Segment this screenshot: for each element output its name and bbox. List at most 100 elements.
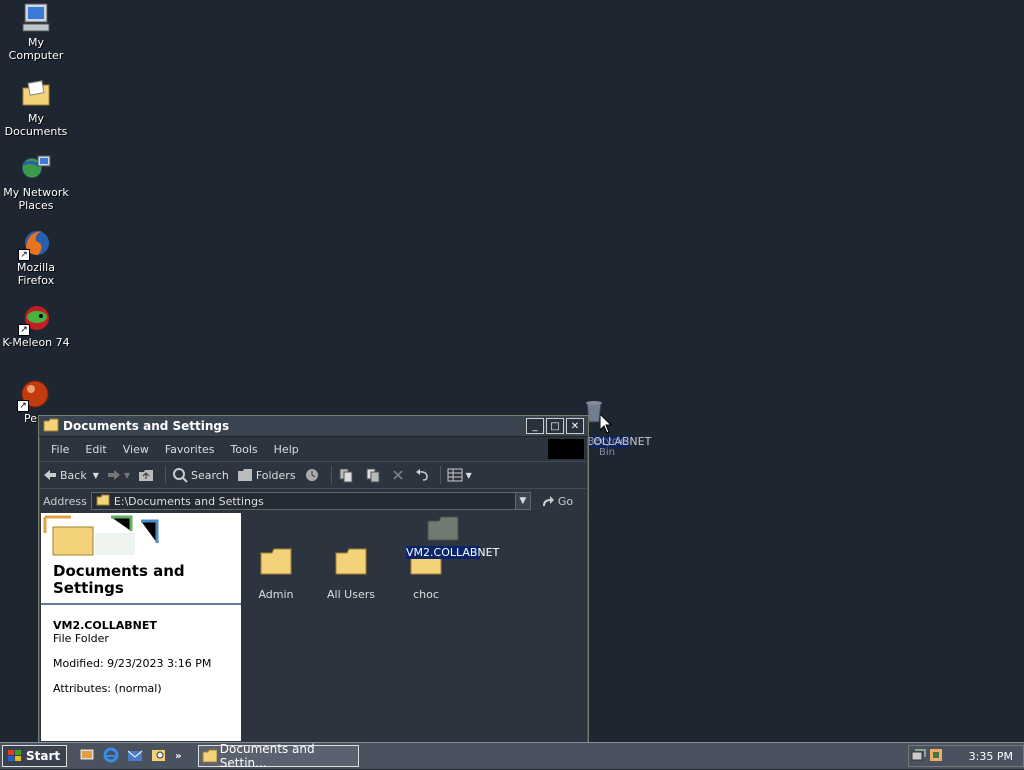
undo-icon — [415, 469, 428, 481]
window-title: Documents and Settings — [63, 419, 230, 433]
folder-icon — [260, 548, 292, 575]
up-folder-icon — [139, 470, 154, 481]
history-icon — [305, 469, 318, 481]
menu-help[interactable]: Help — [266, 443, 307, 456]
attributes: Attributes: (normal) — [53, 682, 162, 695]
show-desktop-icon[interactable] — [79, 747, 95, 766]
folder-icon — [43, 418, 59, 435]
toolbar-separator — [439, 466, 441, 484]
firefox-icon: ↗ — [18, 227, 52, 261]
file-label: VM2.COLLABNET — [406, 546, 500, 559]
documents-folder-icon — [20, 78, 52, 110]
views-grid-icon — [447, 468, 463, 482]
address-dropdown-button[interactable]: ▼ — [514, 493, 530, 509]
file-item-vm2-collabnet[interactable]: VM2.COLLABNET — [406, 515, 500, 559]
search-icon — [173, 468, 188, 483]
vm-tools-tray-icon[interactable] — [929, 748, 943, 765]
quick-launch: » — [75, 747, 185, 766]
move-to-button[interactable] — [338, 467, 357, 483]
internet-explorer-icon[interactable] — [103, 747, 119, 766]
search-button[interactable]: Search — [172, 467, 229, 483]
desktop-icon-k-meleon[interactable]: ↗ K-Meleon 74 — [0, 302, 72, 349]
mouse-cursor-icon — [599, 412, 613, 437]
address-value: E:\Documents and Settings — [113, 494, 264, 508]
network-tray-icon[interactable] — [911, 748, 927, 765]
folders-icon — [237, 469, 252, 481]
folder-icon — [202, 749, 217, 763]
explorer-search-icon[interactable] — [151, 747, 167, 766]
file-label: All Users — [327, 588, 375, 601]
menu-edit[interactable]: Edit — [77, 443, 114, 456]
folder-icon — [427, 516, 459, 541]
menu-favorites[interactable]: Favorites — [157, 443, 223, 456]
menu-bar: File Edit View Favorites Tools Help — [39, 437, 588, 462]
menu-view[interactable]: View — [115, 443, 157, 456]
chevron-down-icon: ▼ — [92, 470, 99, 480]
back-arrow-icon — [44, 470, 56, 480]
delete-button[interactable] — [392, 469, 407, 481]
windows-throbber — [548, 439, 584, 459]
chevron-more-icon[interactable]: » — [175, 751, 181, 762]
go-button[interactable]: Go — [541, 495, 573, 508]
desktop-icon-label: K-Meleon 74 — [2, 336, 70, 349]
maximize-button[interactable]: □ — [546, 418, 564, 434]
start-label: Start — [26, 749, 61, 763]
window-titlebar[interactable]: Documents and Settings _ □ ✕ — [39, 416, 588, 437]
folders-button[interactable]: Folders — [237, 468, 296, 482]
shortcut-arrow-icon: ↗ — [18, 324, 30, 336]
underlay-label: Recycle Bin — [587, 436, 627, 458]
pane-title: Documents and Settings — [53, 562, 185, 597]
desktop-icon-label: My Documents — [4, 112, 68, 138]
menu-file[interactable]: File — [43, 443, 77, 456]
menu-tools[interactable]: Tools — [223, 443, 266, 456]
copy-to-icon — [366, 468, 380, 483]
explorer-window: Documents and Settings _ □ ✕ File Edit V… — [38, 415, 589, 744]
desktop-icon-label: My Computer — [8, 36, 64, 62]
taskbar-window-button[interactable]: Documents and Settin... — [197, 742, 359, 770]
system-tray: 3:35 PM — [908, 745, 1024, 767]
outlook-express-icon[interactable] — [127, 747, 143, 766]
red-orb-icon: ↗ — [17, 378, 51, 412]
taskbar: Start » Documents and Settin... 3:35 PM — [0, 742, 1024, 770]
go-label: Go — [557, 494, 574, 508]
back-button[interactable]: Back ▼ — [43, 469, 99, 482]
file-list: Admin All Users choc VM2.COLLABNET — [241, 513, 586, 741]
folder-icon — [335, 548, 367, 575]
copy-to-button[interactable] — [365, 467, 384, 483]
close-button[interactable]: ✕ — [566, 418, 584, 434]
file-item-admin[interactable]: Admin — [241, 547, 311, 601]
up-folder-button[interactable] — [138, 468, 157, 482]
search-label: Search — [191, 468, 229, 482]
address-input[interactable]: E:\Documents and Settings ▼ — [90, 492, 531, 510]
back-label: Back — [60, 468, 87, 482]
selected-type: File Folder — [53, 632, 109, 645]
modified-date: Modified: 9/23/2023 3:16 PM — [53, 657, 212, 670]
desktop-icon-my-documents[interactable]: My Documents — [0, 78, 72, 138]
toolbar-separator — [165, 466, 167, 484]
file-label: Admin — [258, 588, 294, 601]
pane-details: VM2.COLLABNET File Folder Modified: 9/23… — [41, 605, 241, 709]
desktop-icon-firefox[interactable]: ↗ Mozilla Firefox — [0, 227, 72, 287]
move-to-icon — [339, 468, 353, 483]
forward-button[interactable]: ▼ — [107, 469, 130, 481]
undo-button[interactable] — [415, 469, 432, 481]
computer-icon — [20, 2, 52, 34]
k-meleon-icon: ↗ — [18, 302, 52, 336]
forward-arrow-icon — [107, 470, 120, 480]
minimize-button[interactable]: _ — [526, 418, 544, 434]
start-button[interactable]: Start — [2, 745, 68, 767]
delete-x-icon — [393, 470, 403, 480]
history-button[interactable] — [304, 467, 323, 483]
shortcut-arrow-icon: ↗ — [18, 249, 30, 261]
pane-header: Documents and Settings — [41, 513, 241, 605]
desktop-icon-label: My Network Places — [3, 186, 69, 212]
folders-label: Folders — [255, 468, 296, 482]
clock: 3:35 PM — [968, 749, 1013, 763]
toolbar-separator — [330, 466, 332, 484]
desktop-icon-my-computer[interactable]: My Computer — [0, 2, 72, 62]
go-arrow-icon — [542, 496, 554, 506]
file-item-all-users[interactable]: All Users — [316, 547, 386, 601]
desktop-icon-network-places[interactable]: My Network Places — [0, 152, 72, 212]
views-button[interactable]: ▼ — [447, 468, 472, 482]
shortcut-arrow-icon: ↗ — [17, 400, 29, 412]
